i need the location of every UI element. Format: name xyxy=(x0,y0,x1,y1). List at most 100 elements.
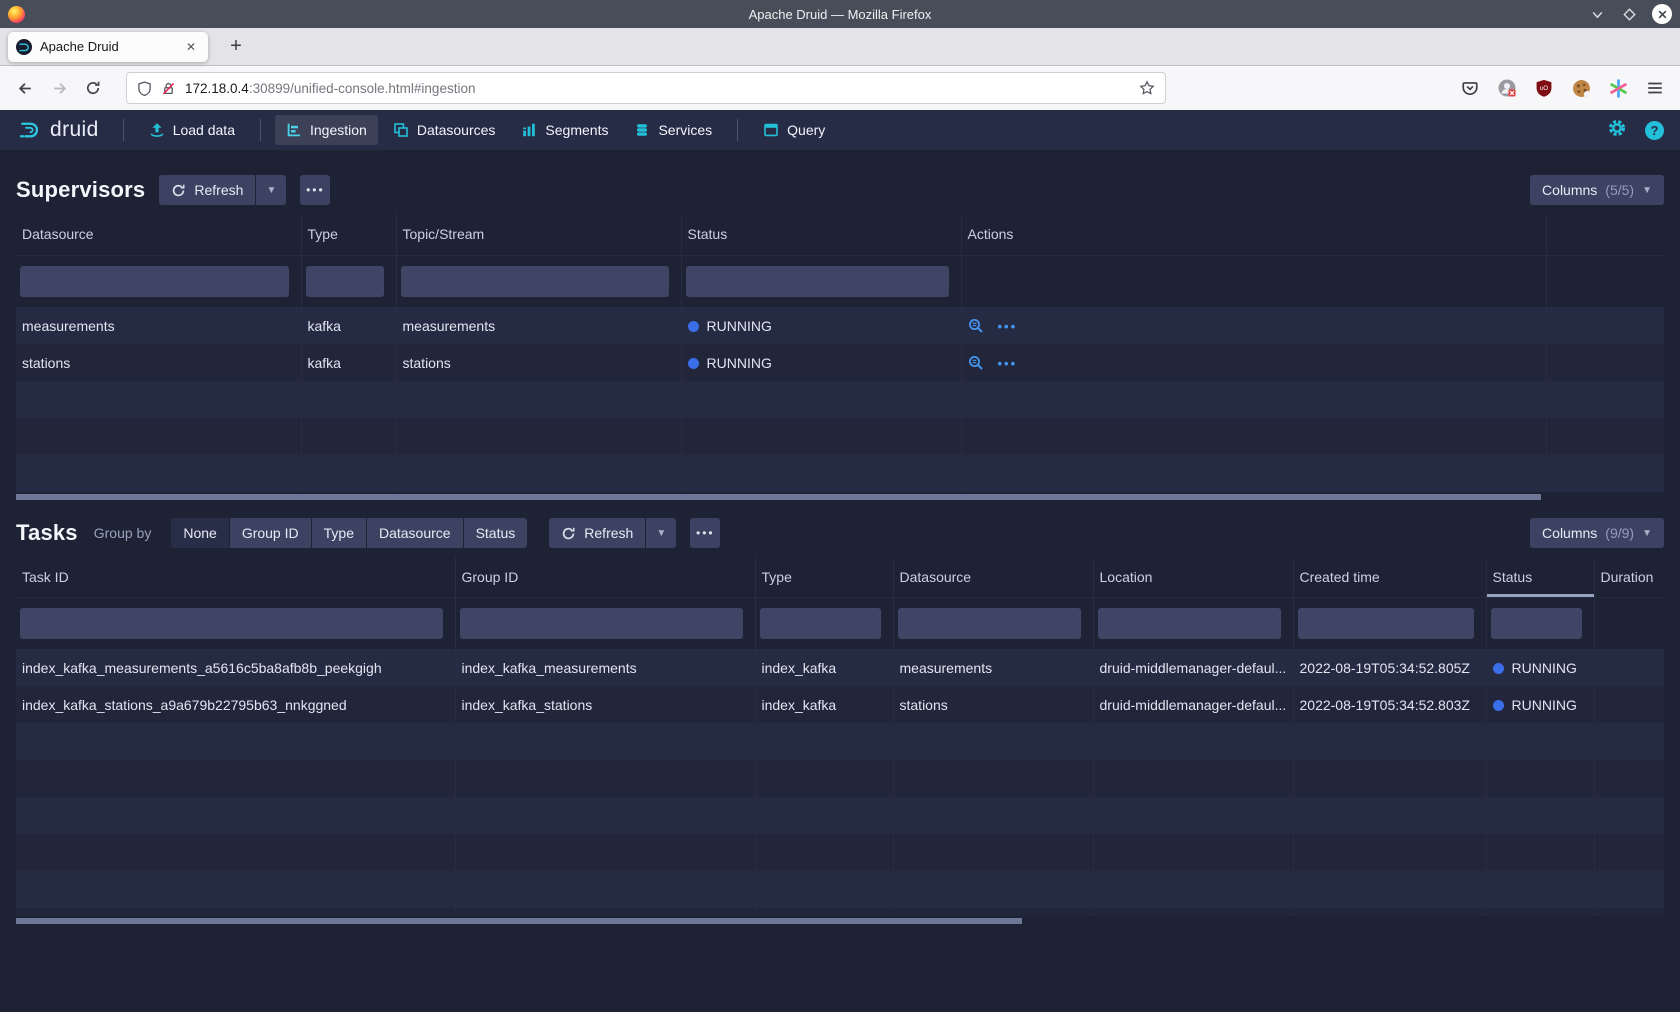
tasks-more-button[interactable]: ••• xyxy=(690,518,720,548)
group-by-datasource-button[interactable]: Datasource xyxy=(367,518,463,548)
col-header-type[interactable]: Type xyxy=(301,213,396,255)
col-header-group-id[interactable]: Group ID xyxy=(455,557,755,597)
cell-datasource[interactable]: measurements xyxy=(16,307,301,344)
nav-item-ingestion[interactable]: Ingestion xyxy=(275,115,378,145)
forward-icon[interactable] xyxy=(44,73,74,103)
cell-type[interactable]: kafka xyxy=(301,344,396,381)
col-header-datasource[interactable]: Datasource xyxy=(893,557,1093,597)
filter-location-input[interactable] xyxy=(1098,608,1281,639)
url-bar[interactable]: 172.18.0.4:30899/unified-console.html#in… xyxy=(126,72,1166,104)
cell-group-id[interactable]: index_kafka_measurements xyxy=(455,649,755,686)
cell-datasource[interactable]: stations xyxy=(893,686,1093,723)
cell-task-id[interactable]: index_kafka_stations_a9a679b22795b63_nnk… xyxy=(16,686,455,723)
colorful-asterisk-icon[interactable] xyxy=(1607,77,1629,99)
minimize-icon[interactable] xyxy=(1588,5,1606,23)
filter-status-input[interactable] xyxy=(1491,608,1582,639)
lock-slash-icon[interactable] xyxy=(161,81,176,96)
nav-item-query[interactable]: Query xyxy=(752,115,836,145)
menu-icon[interactable] xyxy=(1644,77,1666,99)
tasks-columns-button[interactable]: Columns (9/9) ▼ xyxy=(1530,518,1664,548)
new-tab-button[interactable]: + xyxy=(222,33,250,61)
supervisors-columns-button[interactable]: Columns (5/5) ▼ xyxy=(1530,175,1664,205)
cell-task-id[interactable]: index_kafka_measurements_a5616c5ba8afb8b… xyxy=(16,649,455,686)
col-header-duration[interactable]: Duration xyxy=(1594,557,1664,597)
cell-topic-stream[interactable]: measurements xyxy=(396,307,681,344)
cell-location[interactable]: druid-middlemanager-defaul... xyxy=(1093,686,1293,723)
group-by-none-button[interactable]: None xyxy=(171,518,228,548)
help-icon[interactable]: ? xyxy=(1645,121,1664,140)
gear-icon[interactable] xyxy=(1607,118,1627,143)
star-icon[interactable] xyxy=(1139,80,1155,96)
cell-actions[interactable]: ••• xyxy=(961,307,1546,344)
cell-type[interactable]: kafka xyxy=(301,307,396,344)
cell-location[interactable]: druid-middlemanager-defaul... xyxy=(1093,649,1293,686)
shield-icon[interactable] xyxy=(137,81,152,96)
cell-group-id[interactable]: index_kafka_stations xyxy=(455,686,755,723)
cell-created-time[interactable]: 2022-08-19T05:34:52.803Z xyxy=(1293,686,1486,723)
pocket-icon[interactable] xyxy=(1459,77,1481,99)
cell-duration[interactable] xyxy=(1594,649,1664,686)
table-row[interactable]: index_kafka_stations_a9a679b22795b63_nnk… xyxy=(16,686,1664,723)
nav-item-segments[interactable]: Segments xyxy=(510,115,619,145)
cell-created-time[interactable]: 2022-08-19T05:34:52.805Z xyxy=(1293,649,1486,686)
table-row[interactable]: measurementskafkameasurementsRUNNING••• xyxy=(16,307,1664,344)
back-icon[interactable] xyxy=(10,73,40,103)
cell-duration[interactable] xyxy=(1594,686,1664,723)
group-by-status-button[interactable]: Status xyxy=(464,518,528,548)
filter-group-id-input[interactable] xyxy=(460,608,743,639)
col-header-created-time[interactable]: Created time xyxy=(1293,557,1486,597)
filter-status-input[interactable] xyxy=(686,266,949,297)
cell-type[interactable]: index_kafka xyxy=(755,649,893,686)
cell-datasource[interactable]: measurements xyxy=(893,649,1093,686)
col-header-topic-stream[interactable]: Topic/Stream xyxy=(396,213,681,255)
cell-status[interactable]: RUNNING xyxy=(1486,686,1594,723)
col-header-status[interactable]: Status xyxy=(681,213,961,255)
profile-blocked-icon[interactable] xyxy=(1496,77,1518,99)
magnifier-icon[interactable] xyxy=(968,355,984,371)
col-header-location[interactable]: Location xyxy=(1093,557,1293,597)
filter-created-time-input[interactable] xyxy=(1298,608,1474,639)
more-actions-icon[interactable]: ••• xyxy=(998,356,1018,371)
supervisors-refresh-button[interactable]: Refresh xyxy=(159,175,255,205)
cell-status[interactable]: RUNNING xyxy=(681,307,961,344)
druid-logo[interactable]: druid xyxy=(16,117,99,144)
cell-status[interactable]: RUNNING xyxy=(1486,649,1594,686)
col-header-datasource[interactable]: Datasource xyxy=(16,213,301,255)
filter-datasource-input[interactable] xyxy=(898,608,1081,639)
filter-datasource-input[interactable] xyxy=(20,266,289,297)
filter-topic-input[interactable] xyxy=(401,266,669,297)
col-header-task-id[interactable]: Task ID xyxy=(16,557,455,597)
tasks-horizontal-scrollbar[interactable] xyxy=(16,918,1022,924)
col-header-type[interactable]: Type xyxy=(755,557,893,597)
supervisors-more-button[interactable]: ••• xyxy=(300,175,330,205)
filter-type-input[interactable] xyxy=(760,608,881,639)
nav-item-load-data[interactable]: Load data xyxy=(138,115,246,145)
table-row[interactable]: index_kafka_measurements_a5616c5ba8afb8b… xyxy=(16,649,1664,686)
cell-status[interactable]: RUNNING xyxy=(681,344,961,381)
tasks-refresh-button[interactable]: Refresh xyxy=(549,518,645,548)
reload-icon[interactable] xyxy=(78,73,108,103)
group-by-group-id-button[interactable]: Group ID xyxy=(230,518,311,548)
more-actions-icon[interactable]: ••• xyxy=(998,319,1018,334)
cell-datasource[interactable]: stations xyxy=(16,344,301,381)
tab-close-icon[interactable]: ✕ xyxy=(182,38,200,56)
tab-apache-druid[interactable]: Apache Druid ✕ xyxy=(8,32,208,62)
cell-actions[interactable]: ••• xyxy=(961,344,1546,381)
nav-item-datasources[interactable]: Datasources xyxy=(382,115,507,145)
magnifier-icon[interactable] xyxy=(968,318,984,334)
filter-type-input[interactable] xyxy=(306,266,384,297)
url-text[interactable]: 172.18.0.4:30899/unified-console.html#in… xyxy=(185,81,1130,96)
filter-task-id-input[interactable] xyxy=(20,608,443,639)
table-row[interactable]: stationskafkastationsRUNNING••• xyxy=(16,344,1664,381)
col-header-actions[interactable]: Actions xyxy=(961,213,1546,255)
supervisors-refresh-dropdown[interactable]: ▼ xyxy=(256,175,286,205)
close-icon[interactable] xyxy=(1652,4,1672,24)
cookie-icon[interactable] xyxy=(1570,77,1592,99)
group-by-type-button[interactable]: Type xyxy=(312,518,366,548)
cell-type[interactable]: index_kafka xyxy=(755,686,893,723)
ublock-shield-icon[interactable]: uO xyxy=(1533,77,1555,99)
tasks-refresh-dropdown[interactable]: ▼ xyxy=(646,518,676,548)
nav-item-services[interactable]: Services xyxy=(623,115,723,145)
col-header-status-sorted[interactable]: Status xyxy=(1486,557,1594,597)
cell-topic-stream[interactable]: stations xyxy=(396,344,681,381)
